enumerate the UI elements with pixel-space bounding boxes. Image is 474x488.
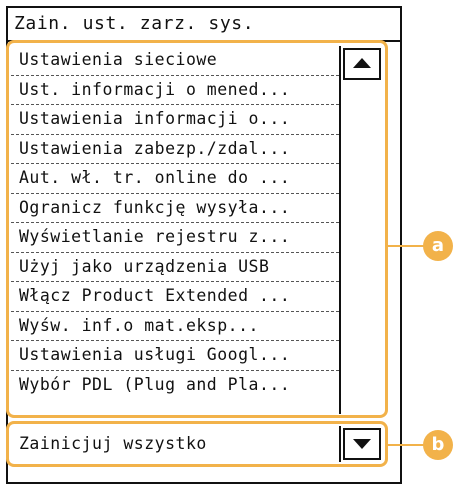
menu-item-auto-online[interactable]: Aut. wł. tr. online do ... (11, 164, 339, 194)
menu-item-usb-device[interactable]: Użyj jako urządzenia USB (11, 253, 339, 282)
bottom-row-divider (339, 426, 341, 462)
menu-item-display-log[interactable]: Wyświetlanie rejestru z... (11, 223, 339, 253)
screen-title: Zain. ust. zarz. sys. (8, 8, 400, 42)
callout-a-line (388, 245, 424, 247)
settings-menu-list: Ustawienia sieciowe Ust. informacji o me… (11, 46, 339, 414)
scroll-up-button[interactable] (343, 48, 381, 80)
scroll-down-button[interactable] (343, 428, 381, 460)
callout-b-badge: b (423, 430, 453, 460)
menu-item-security-remote[interactable]: Ustawienia zabezp./zdal... (11, 135, 339, 164)
menu-item-consumables-info[interactable]: Wyśw. inf.o mat.eksp... (11, 312, 339, 341)
menu-item-pdl-select[interactable]: Wybór PDL (Plug and Pla... (11, 371, 339, 401)
menu-item-info-settings[interactable]: Ustawienia informacji o... (11, 105, 339, 135)
triangle-up-icon (353, 58, 371, 68)
scroll-column-divider (339, 46, 341, 414)
menu-item-restrict-send[interactable]: Ogranicz funkcję wysyła... (11, 194, 339, 223)
reset-all-button[interactable]: Zainicjuj wszystko (11, 426, 339, 462)
menu-item-product-extended[interactable]: Włącz Product Extended ... (11, 282, 339, 312)
menu-item-network-settings[interactable]: Ustawienia sieciowe (11, 46, 339, 76)
callout-b-line (388, 444, 424, 446)
callout-a-badge: a (423, 231, 453, 261)
menu-item-google-service[interactable]: Ustawienia usługi Googl... (11, 341, 339, 371)
triangle-down-icon (353, 439, 371, 449)
menu-item-manager-info[interactable]: Ust. informacji o mened... (11, 76, 339, 105)
